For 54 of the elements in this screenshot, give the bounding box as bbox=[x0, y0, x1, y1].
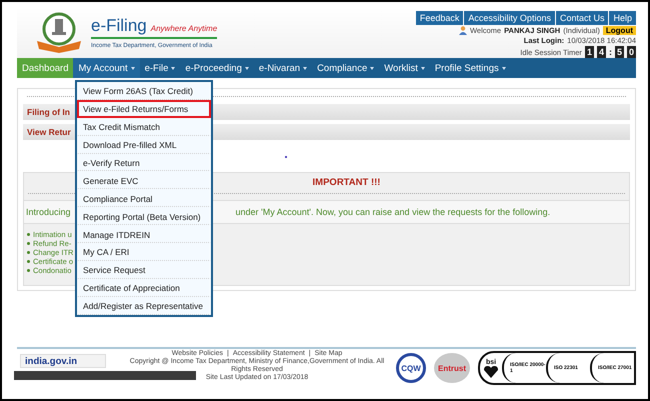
bullet-icon bbox=[27, 269, 30, 272]
menu-item[interactable]: View Form 26AS (Tax Credit) bbox=[77, 82, 211, 100]
caret-icon bbox=[171, 66, 176, 70]
top-link[interactable]: Feedback bbox=[416, 11, 464, 25]
dot-mark bbox=[285, 156, 287, 158]
timer-separator: : bbox=[608, 47, 612, 57]
notice-text: Introducing bbox=[26, 207, 71, 217]
nav-menu-item[interactable]: e-File bbox=[140, 58, 180, 78]
caret-icon bbox=[130, 66, 135, 70]
india-portal-logo[interactable]: india.gov.in bbox=[20, 354, 106, 368]
menu-item[interactable]: Manage ITDREIN bbox=[77, 225, 211, 244]
timer-digit: 4 bbox=[596, 46, 606, 58]
nav-menu-item[interactable]: My Account bbox=[73, 58, 140, 78]
caret-icon bbox=[244, 66, 249, 70]
notice-title: IMPORTANT !!! bbox=[312, 176, 380, 190]
notice-text: under 'My Account'. Now, you can raise and view the requests for the following. bbox=[236, 207, 550, 217]
site-title: e-Filing bbox=[91, 16, 147, 36]
bullet-icon bbox=[27, 233, 30, 236]
menu-item[interactable]: Compliance Portal bbox=[77, 189, 211, 208]
nav-menu-item[interactable]: e-Nivaran bbox=[254, 58, 312, 78]
emblem-logo bbox=[35, 11, 83, 53]
top-link[interactable]: Help bbox=[609, 11, 636, 25]
nav-menu-item[interactable]: Profile Settings bbox=[430, 58, 511, 78]
menu-item[interactable]: Service Request bbox=[77, 260, 211, 279]
top-link[interactable]: Accessibility Options bbox=[464, 11, 555, 25]
top-link[interactable]: Contact Us bbox=[556, 11, 608, 25]
menu-item[interactable]: Add/Register as Representative bbox=[77, 296, 211, 315]
bullet-icon bbox=[27, 251, 30, 254]
menu-item[interactable]: Download Pre-filled XML bbox=[77, 136, 211, 154]
timer-digit: 0 bbox=[626, 46, 636, 58]
caret-icon bbox=[502, 66, 506, 70]
caret-icon bbox=[370, 66, 374, 70]
nav-menu-item[interactable]: e-Proceeding bbox=[180, 58, 254, 78]
certification-seal: Entrust bbox=[434, 353, 470, 383]
logout-button[interactable]: Logout bbox=[602, 26, 636, 35]
timer-digit: 5 bbox=[614, 46, 624, 58]
nav-menu-item[interactable]: Worklist bbox=[379, 58, 430, 78]
user-icon bbox=[458, 26, 467, 35]
caret-icon bbox=[420, 66, 425, 70]
certification-seal: CQW bbox=[396, 353, 426, 383]
menu-item[interactable]: Generate EVC bbox=[77, 171, 211, 190]
menu-item[interactable]: My CA / ERI bbox=[77, 243, 211, 261]
bullet-icon bbox=[27, 242, 30, 245]
menu-item[interactable]: e-Verify Return bbox=[77, 154, 211, 172]
heart-icon bbox=[484, 366, 498, 378]
nav-menu-item[interactable]: Compliance bbox=[312, 58, 380, 78]
menu-item[interactable]: Certificate of Appreciation bbox=[77, 278, 211, 297]
caret-icon bbox=[303, 66, 308, 70]
tagline: Anywhere Anytime bbox=[150, 24, 218, 32]
bullet-icon bbox=[27, 260, 30, 263]
menu-item[interactable]: View e-Filed Returns/Forms bbox=[77, 100, 211, 118]
menu-item[interactable]: Reporting Portal (Beta Version) bbox=[77, 207, 211, 226]
timer-digit: 1 bbox=[584, 46, 594, 58]
menu-item[interactable]: Tax Credit Mismatch bbox=[77, 118, 211, 136]
